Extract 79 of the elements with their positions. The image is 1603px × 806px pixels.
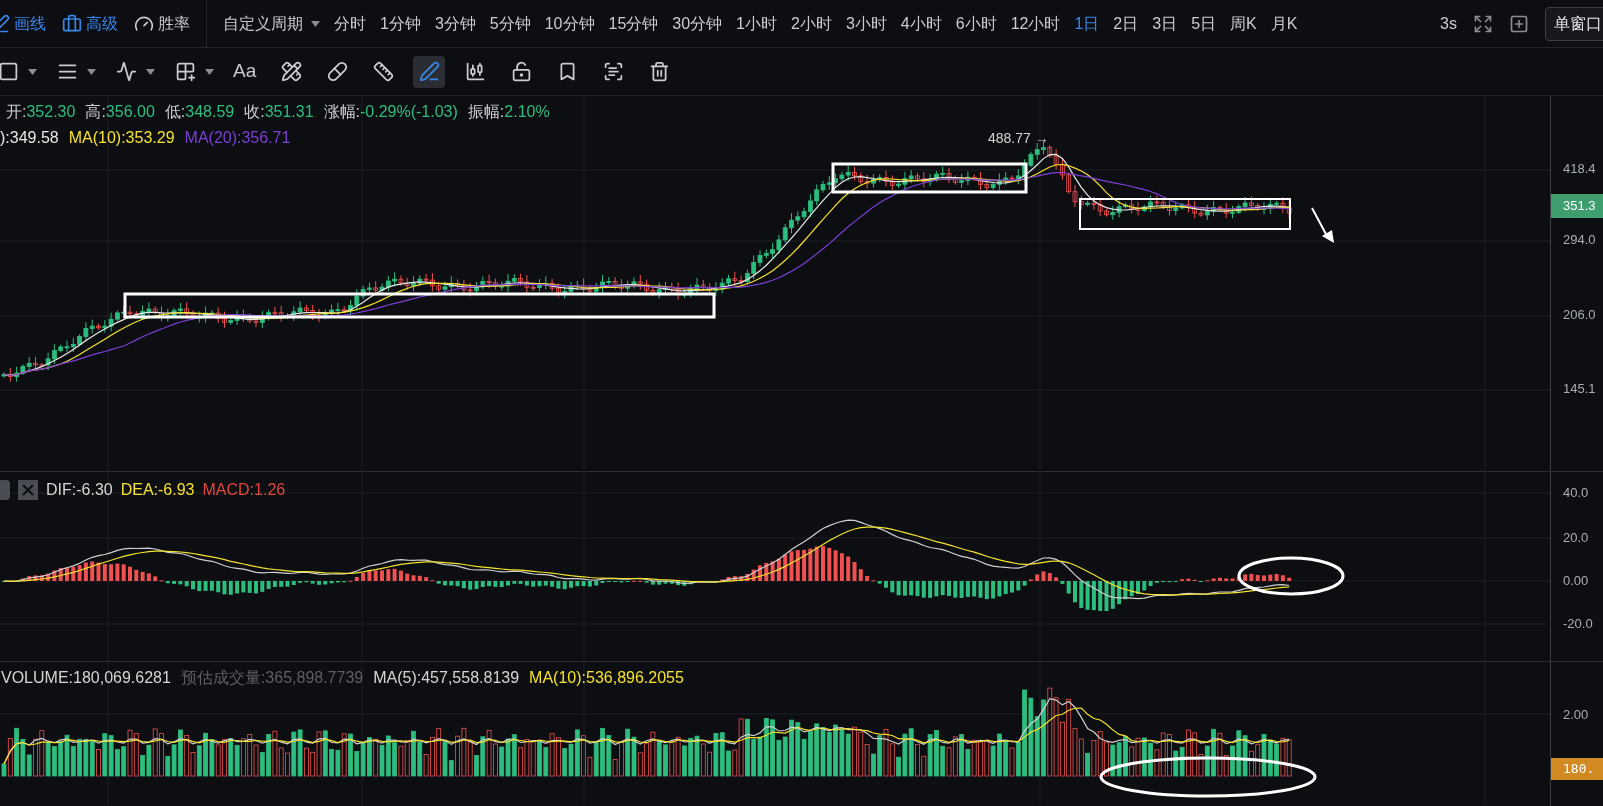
macd-legend-item: MACD:1.26 (202, 480, 286, 500)
peak-price-label: 488.77 → (988, 129, 1049, 148)
axis-label: 2.00 (1563, 708, 1589, 721)
lock-icon (510, 61, 532, 82)
period-tab[interactable]: 5日 (1191, 11, 1217, 36)
period-tab[interactable]: 1日 (1074, 11, 1100, 36)
caret-icon (87, 68, 96, 75)
pill-icon (326, 61, 348, 82)
period-tab[interactable]: 2小时 (791, 11, 832, 36)
toolbar-button[interactable]: 胜率 (134, 11, 190, 36)
price-legend-item: 涨幅:-0.29%(-1.03) (323, 102, 458, 122)
volume-legend-item: 预估成交量:365,898.7739 (180, 668, 364, 688)
pen-icon (418, 61, 440, 82)
zigzag-icon (115, 61, 137, 82)
axis-label: 20.0 (1563, 531, 1589, 544)
period-tab[interactable]: 1分钟 (380, 11, 421, 36)
caret-icon (311, 20, 320, 27)
volume-bar (96, 749, 101, 777)
period-tab[interactable]: 3分钟 (434, 11, 476, 36)
plus-square-icon (174, 61, 196, 82)
period-tab[interactable]: 6小时 (955, 11, 997, 36)
briefcase-icon (62, 13, 82, 34)
price-legend-item: 振幅:2.10% (467, 102, 550, 122)
period-tab[interactable]: 1小时 (736, 11, 777, 36)
period-tab[interactable]: 3日 (1152, 11, 1178, 36)
caret-icon (205, 68, 214, 75)
toolbar-button[interactable]: 画线 (0, 11, 46, 36)
ma-legend-item: MA(10):353.29 (68, 128, 175, 148)
volume-bar (7, 738, 13, 777)
candlestick-icon (464, 61, 486, 82)
period-tab[interactable]: 3小时 (845, 11, 887, 36)
price-legend-item: 高:356.00 (85, 102, 155, 122)
ma-legend-item: MA(20):356.71 (184, 128, 291, 148)
pencil-ruler-icon (280, 61, 302, 82)
refresh-interval[interactable]: 3s (1440, 11, 1457, 36)
period-tab[interactable]: 30分钟 (672, 11, 723, 36)
period-tab[interactable]: 15分钟 (608, 11, 659, 36)
period-tab[interactable]: 分时 (334, 11, 366, 36)
price-legend-item: 收:351.31 (244, 102, 314, 122)
ruler-icon (372, 61, 394, 82)
axis-label: -20.0 (1563, 617, 1593, 630)
price-legend-item: 开:352.30 (6, 102, 76, 122)
arrow (1311, 207, 1334, 243)
macd-legend-item: DEA:-6.93 (120, 480, 195, 500)
window-plus-icon[interactable] (1509, 13, 1529, 34)
axis-label: 418.4 (1563, 162, 1596, 175)
macd-legend-item: DIF:-6.30 (46, 480, 113, 500)
window-mode-button[interactable]: 单窗口 (1545, 6, 1603, 41)
volume-bar (373, 738, 379, 777)
period-tab[interactable]: 4小时 (900, 11, 942, 36)
scan-text-icon (602, 61, 624, 82)
volume-legend-item: MA(5):457,558.8139 (373, 668, 520, 688)
axis-label: 0.00 (1563, 574, 1589, 587)
caret-icon (146, 68, 155, 75)
axis-label: 145.1 (1563, 382, 1596, 395)
last-volume-tag: 180. (1551, 758, 1603, 780)
period-tab[interactable]: 2日 (1113, 11, 1139, 36)
axis-label: 294.0 (1563, 233, 1596, 246)
period-tab[interactable]: 周K (1230, 11, 1257, 36)
axis-label: 40.0 (1563, 486, 1589, 499)
period-tab[interactable]: 10分钟 (544, 11, 595, 36)
volume-legend-item: MA(10):536,896.2055 (529, 668, 684, 688)
trash-icon (648, 61, 670, 82)
price-legend-item: 低:348.59 (164, 102, 235, 122)
caret-icon (28, 68, 37, 75)
toolbar-button[interactable]: 高级 (62, 11, 118, 36)
ma-legend-item: ):349.58 (0, 128, 59, 148)
axis-label: 206.0 (1563, 308, 1596, 321)
volume-bar (1009, 747, 1015, 777)
period-dropdown[interactable]: 自定义周期 (223, 11, 320, 36)
period-tab[interactable]: 5分钟 (489, 11, 531, 36)
fullscreen-icon[interactable] (1473, 13, 1493, 34)
text-tool-button[interactable]: Aa (228, 55, 262, 88)
period-tab[interactable]: 12小时 (1010, 11, 1061, 36)
volume-legend-item: VOLUME:180,069.6281 (1, 668, 171, 688)
period-tab[interactable]: 月K (1270, 11, 1298, 36)
volume-bar (341, 733, 347, 777)
drawing-tool-button[interactable] (413, 55, 446, 88)
last-price-tag: 351.3 (1551, 194, 1603, 218)
